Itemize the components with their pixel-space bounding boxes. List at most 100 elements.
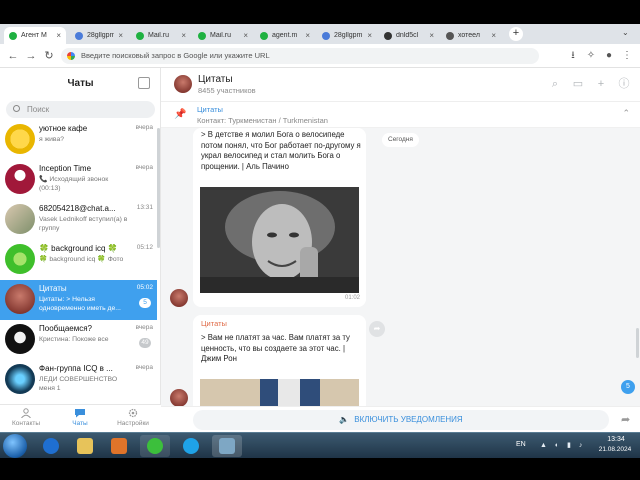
notify-bar: 🔈 ВКЛЮЧИТЬ УВЕДОМЛЕНИЯ ➦ bbox=[161, 406, 640, 432]
browser-tab[interactable]: agent.m × bbox=[255, 27, 315, 44]
browser-tab[interactable]: Агент M × bbox=[4, 27, 66, 44]
sender-avatar[interactable] bbox=[170, 289, 188, 307]
chat-avatar[interactable] bbox=[174, 75, 192, 93]
folder-icon[interactable]: ▭ bbox=[571, 77, 585, 91]
taskbar-app[interactable] bbox=[140, 435, 170, 457]
member-count: 8455 участников bbox=[198, 86, 256, 95]
chat-name: Фан-группа ICQ в ... bbox=[39, 364, 113, 373]
close-icon[interactable]: × bbox=[181, 31, 186, 40]
message-bubble[interactable]: Цитаты > Вам не платят за час. Вам платя… bbox=[193, 315, 366, 406]
chat-name: Пообщаемся? bbox=[39, 324, 92, 333]
language-indicator[interactable]: EN bbox=[516, 441, 526, 448]
add-user-icon[interactable]: + bbox=[594, 77, 608, 91]
message-author[interactable]: Цитаты bbox=[201, 319, 227, 328]
mailru-icon bbox=[136, 31, 144, 40]
search-icon[interactable]: ⌕ bbox=[548, 77, 562, 91]
message-area: Сегодня > В детстве я молил Бога о велос… bbox=[161, 128, 640, 406]
close-icon[interactable]: × bbox=[118, 31, 123, 40]
icq-avatar bbox=[5, 244, 35, 274]
taskbar-app[interactable] bbox=[70, 435, 100, 457]
icq-agent-icon bbox=[147, 438, 163, 454]
sender-avatar[interactable] bbox=[170, 389, 188, 406]
download-icon[interactable]: ⭳ bbox=[566, 49, 580, 63]
profile-icon[interactable]: ● bbox=[602, 49, 616, 63]
nav-settings[interactable]: Настройки bbox=[108, 408, 158, 427]
fan-group-avatar bbox=[5, 364, 35, 394]
nav-label: Настройки bbox=[117, 420, 149, 427]
start-button[interactable] bbox=[3, 434, 27, 458]
info-icon[interactable]: ⓘ bbox=[617, 77, 631, 91]
browser-toolbar: ← → ↻ Введите поисковый запрос в Google … bbox=[0, 44, 640, 68]
chat-name: Цитаты bbox=[39, 284, 67, 293]
close-icon[interactable]: × bbox=[429, 31, 434, 40]
chat-name: 🍀 background icq 🍀 bbox=[39, 244, 118, 253]
tab-label: Агент M bbox=[21, 32, 47, 39]
extensions-icon[interactable]: ✧ bbox=[584, 49, 598, 63]
chat-time: вчера bbox=[135, 164, 153, 171]
address-bar[interactable]: Введите поисковый запрос в Google или ук… bbox=[61, 48, 539, 64]
globe-icon bbox=[75, 31, 83, 40]
close-icon[interactable]: × bbox=[243, 31, 248, 40]
chat-preview: 🍀 background icq 🍀 Фото bbox=[39, 256, 124, 263]
nav-label: Контакты bbox=[11, 420, 41, 427]
compose-icon[interactable] bbox=[138, 77, 150, 89]
close-icon[interactable]: × bbox=[305, 31, 310, 40]
message-bubble[interactable]: > В детстве я молил Бога о велосипеде по… bbox=[193, 128, 366, 307]
close-icon[interactable]: × bbox=[491, 31, 496, 40]
tray-icons[interactable]: ▲ ◐ ▮ ♪ bbox=[540, 441, 585, 449]
close-icon[interactable]: × bbox=[56, 31, 61, 40]
menu-icon[interactable]: ⋮ bbox=[620, 49, 634, 63]
taskbar-app[interactable] bbox=[212, 435, 242, 457]
clock-date[interactable]: 21.08.2024 bbox=[592, 446, 638, 453]
scroll-down-badge[interactable]: 5 bbox=[621, 380, 635, 394]
pinned-title: Цитаты bbox=[197, 105, 223, 114]
chat-item-inception-time[interactable]: Inception Time вчера 📞 Исходящий звонок … bbox=[0, 160, 157, 200]
tab-label: Mail.ru bbox=[148, 32, 170, 39]
message-text: > Вам не платят за час. Вам платят за ту… bbox=[201, 333, 350, 363]
taskbar-app[interactable] bbox=[36, 435, 66, 457]
share-icon[interactable]: ➦ bbox=[369, 321, 385, 337]
nav-chats[interactable]: Чаты bbox=[55, 408, 105, 427]
browser-tab[interactable]: хотеел × bbox=[441, 27, 501, 44]
new-tab-button[interactable]: + bbox=[509, 27, 523, 41]
windows-taskbar: EN ▲ ◐ ▮ ♪ 13:34 21.08.2024 bbox=[0, 432, 640, 458]
message-photo[interactable] bbox=[200, 187, 359, 293]
message-time: 01:02 bbox=[344, 295, 360, 301]
browser-tab[interactable]: Mail.ru × bbox=[193, 27, 253, 44]
chat-item-uyutnoe-kafe[interactable]: уютное кафе вчера я жива? bbox=[0, 120, 157, 160]
pinned-message[interactable]: 📌 Цитаты Контакт: Туркменистан / Turkmen… bbox=[161, 102, 640, 128]
close-icon[interactable]: × bbox=[367, 31, 372, 40]
chat-item-fan-group[interactable]: Фан-группа ICQ в ... вчера ЛЕДИ СОВЕРШЕН… bbox=[0, 360, 157, 400]
unread-badge: 5 bbox=[139, 298, 151, 308]
chat-item-citaty[interactable]: Цитаты 05:02 Цитаты: > Нельзя одновремен… bbox=[0, 280, 157, 320]
tab-label: хотеел bbox=[458, 32, 480, 39]
back-icon[interactable]: ← bbox=[6, 49, 20, 63]
enable-notifications-button[interactable]: 🔈 ВКЛЮЧИТЬ УВЕДОМЛЕНИЯ bbox=[193, 410, 609, 430]
tab-search-icon[interactable]: ⌄ bbox=[622, 28, 629, 37]
reload-icon[interactable]: ↻ bbox=[42, 49, 56, 63]
chat-title[interactable]: Цитаты bbox=[198, 74, 233, 85]
chat-item-background-icq[interactable]: 🍀 background icq 🍀 05:12 🍀 background ic… bbox=[0, 240, 157, 280]
clock-time[interactable]: 13:34 bbox=[596, 436, 636, 443]
browser-tab[interactable]: 28gllgpm × bbox=[70, 27, 128, 44]
speaker-icon: 🔈 bbox=[339, 415, 350, 424]
skype-icon bbox=[183, 438, 199, 454]
pinned-text: Контакт: Туркменистан / Turkmenistan bbox=[197, 116, 328, 125]
taskbar-app[interactable] bbox=[104, 435, 134, 457]
google-icon bbox=[67, 52, 75, 60]
chevron-up-icon[interactable]: ⌃ bbox=[622, 108, 630, 119]
nav-contacts[interactable]: Контакты bbox=[1, 408, 51, 427]
message-scrollbar[interactable] bbox=[636, 328, 639, 358]
browser-tab[interactable]: dnld5cl × bbox=[379, 27, 439, 44]
taskbar-app[interactable] bbox=[176, 435, 206, 457]
message-photo[interactable] bbox=[200, 379, 359, 406]
forward-nav-icon[interactable]: → bbox=[24, 49, 38, 63]
browser-tab[interactable]: 28gllgpm × bbox=[317, 27, 377, 44]
browser-tab[interactable]: Mail.ru × bbox=[131, 27, 191, 44]
search-icon bbox=[13, 105, 20, 112]
sidebar-scrollbar[interactable] bbox=[157, 128, 160, 248]
chat-item-group[interactable]: 682054218@chat.a... 13:31 Vasek Lednikof… bbox=[0, 200, 157, 240]
search-input[interactable] bbox=[27, 102, 147, 117]
forward-icon[interactable]: ➦ bbox=[621, 413, 630, 426]
chat-item-poobshchaemsya[interactable]: Пообщаемся? вчера Кристина: Покоже все 4… bbox=[0, 320, 157, 360]
